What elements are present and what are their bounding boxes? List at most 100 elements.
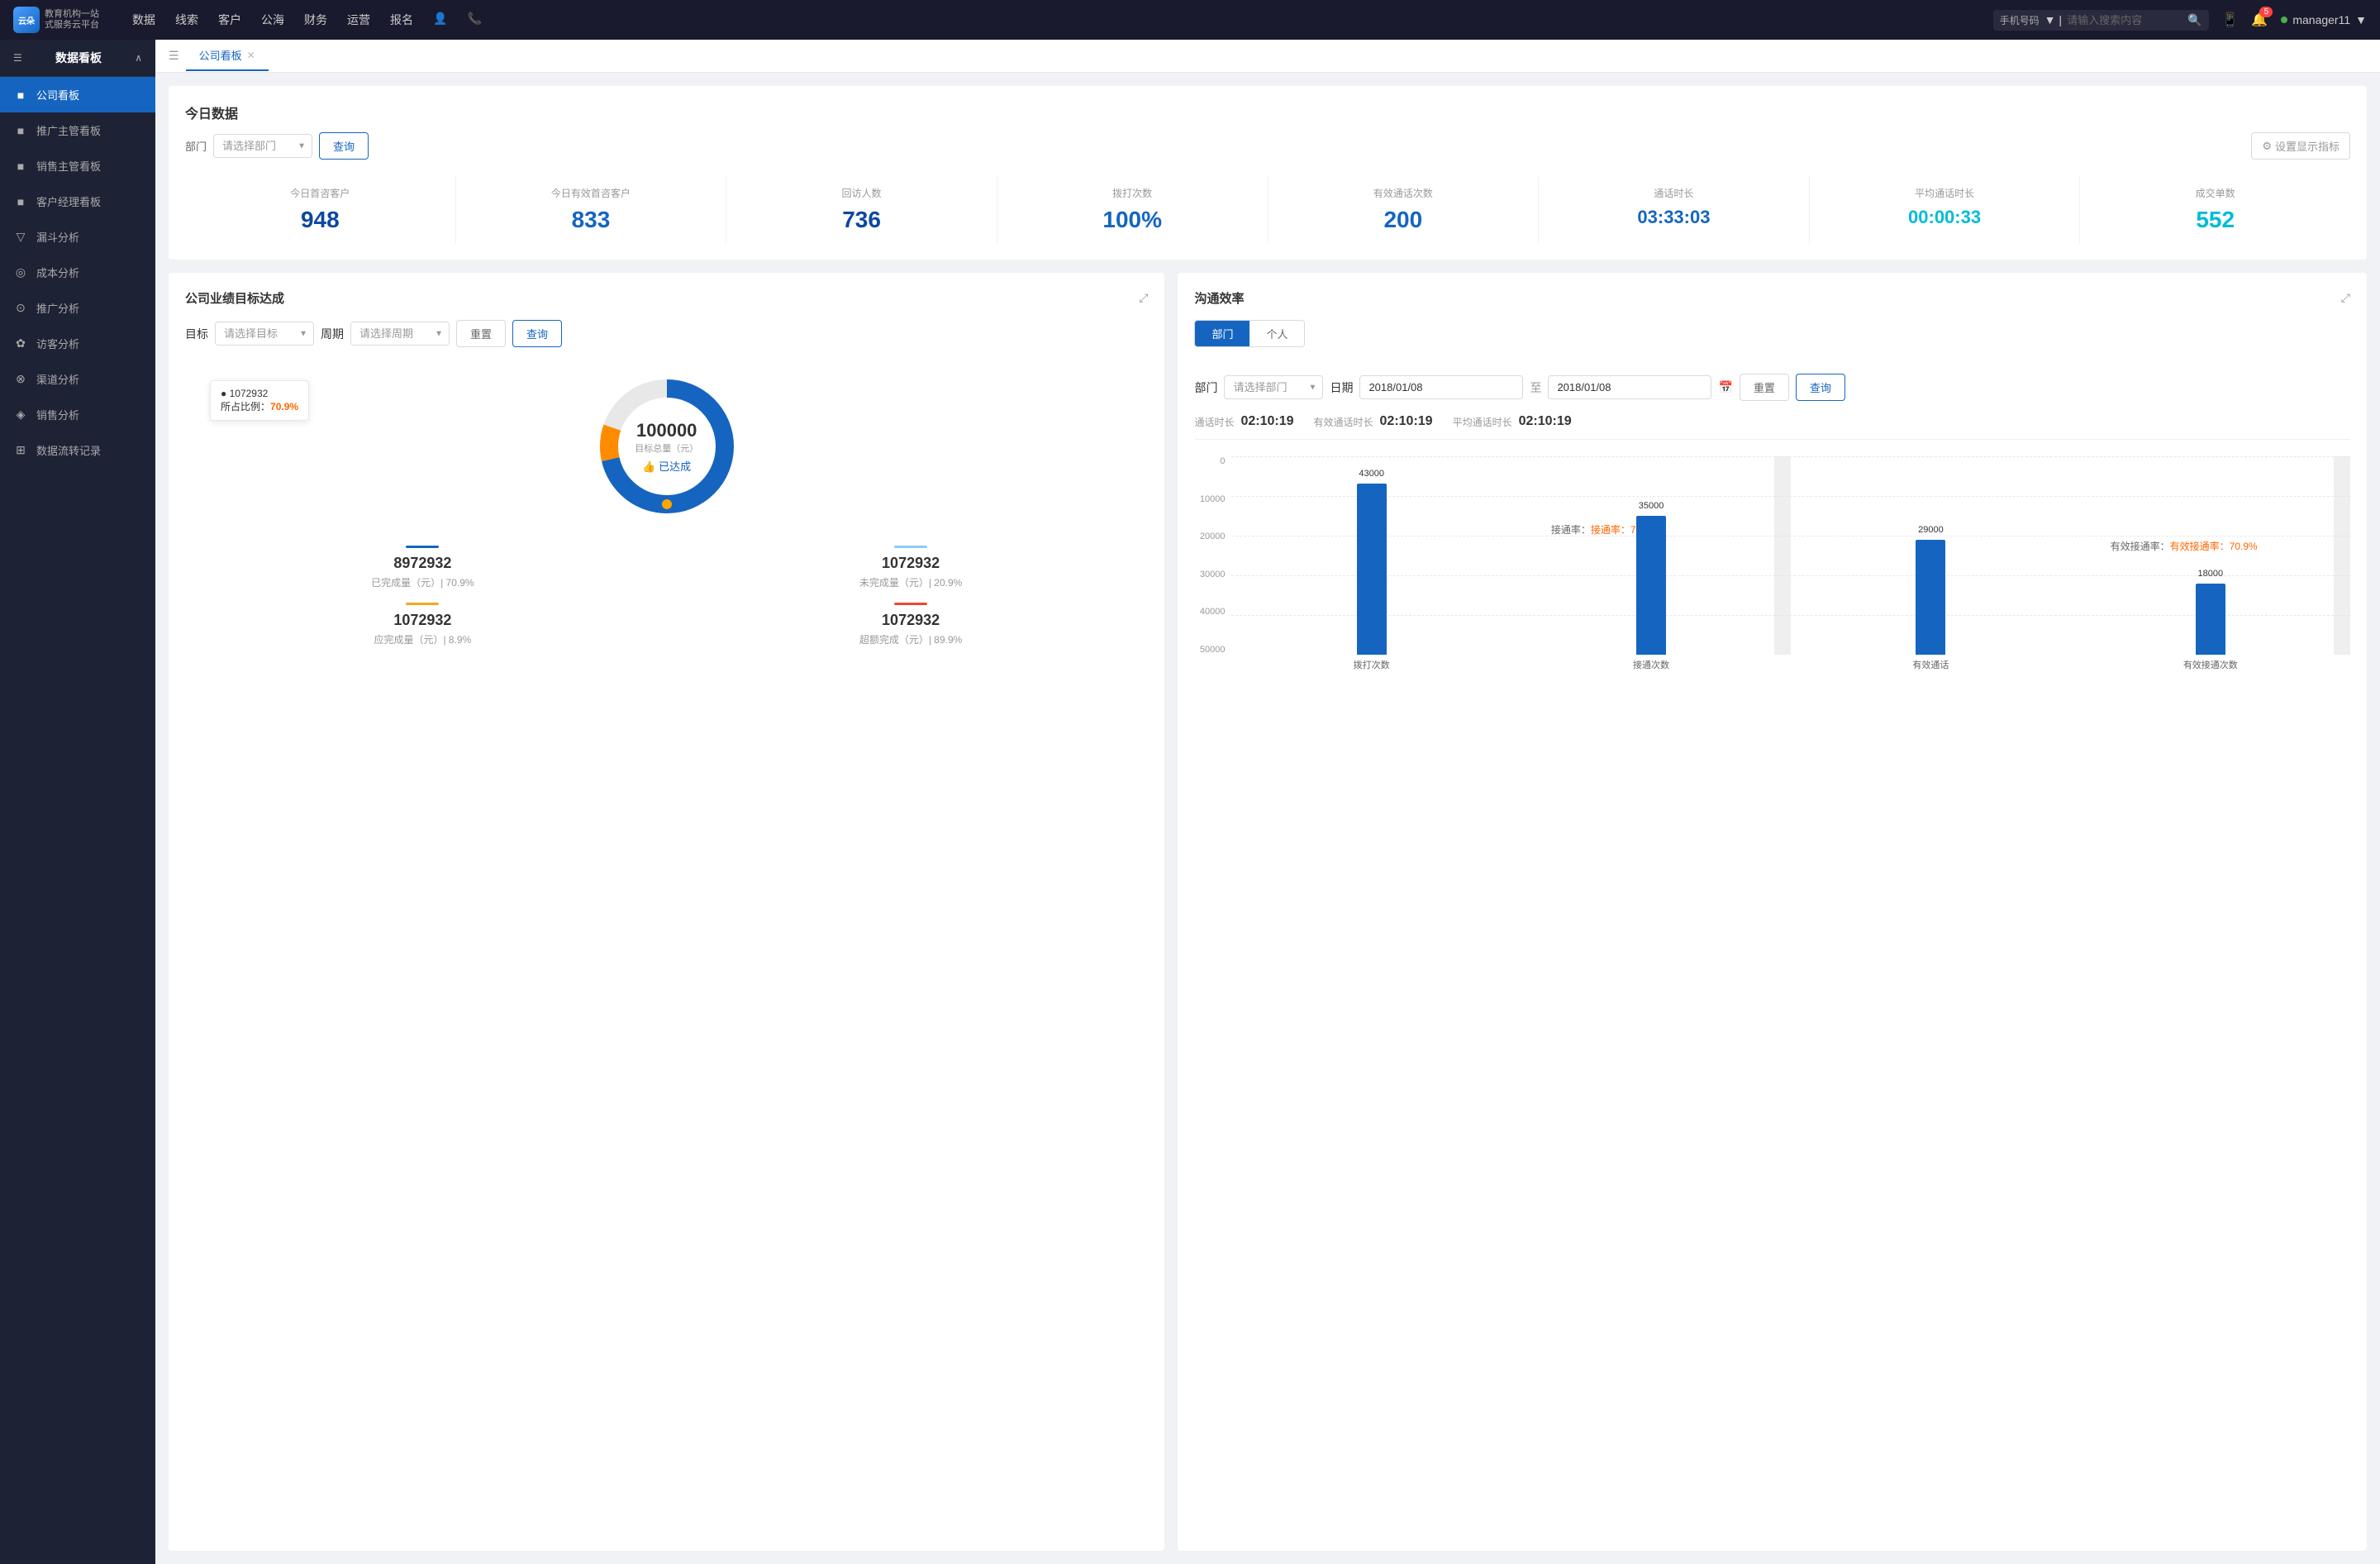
bar-3-light [2334, 456, 2350, 655]
bar-group-3: 有效接通率：有效接通率：70.9% 18000 [2078, 456, 2344, 655]
nav-item-sea[interactable]: 公海 [261, 8, 284, 31]
stat-line-0 [406, 546, 439, 548]
stat-box-value-1: 1072932 [674, 555, 1149, 572]
calendar-icon[interactable]: 📅 [1718, 380, 1732, 394]
sidebar-menu-icon[interactable]: ☰ [13, 52, 22, 64]
y-label-0: 0 [1194, 456, 1225, 466]
stat-item-revisit: 回访人数 736 [726, 176, 997, 243]
today-data-card: 今日数据 部门 请选择部门 查询 ⚙ 设置显示指标 [169, 86, 2367, 260]
perf-target-select-wrapper: 请选择目标 [215, 322, 314, 346]
comm-reset-btn[interactable]: 重置 [1740, 374, 1789, 401]
sidebar-item-funnel[interactable]: ▽ 漏斗分析 [0, 219, 155, 255]
data-flow-icon: ⊞ [13, 443, 28, 457]
comm-expand-icon[interactable]: ⤢ [2341, 291, 2350, 305]
notification-icon[interactable]: 🔔 5 [2251, 12, 2268, 28]
comm-filters: 部门 请选择部门 日期 至 📅 重置 查询 [1194, 374, 2350, 401]
tablet-icon[interactable]: 📱 [2222, 12, 2239, 28]
comm-query-btn[interactable]: 查询 [1796, 374, 1845, 401]
perf-period-select[interactable]: 请选择周期 [350, 322, 450, 346]
stat-label-7: 成交单数 [2087, 186, 2344, 200]
sidebar-item-data-flow[interactable]: ⊞ 数据流转记录 [0, 432, 155, 468]
nav-items: 数据 线索 客户 公海 财务 运营 报名 👤 📞 [132, 8, 1973, 31]
bar-0-value: 43000 [1359, 469, 1384, 479]
nav-item-finance[interactable]: 财务 [304, 8, 327, 31]
bar-group-1: 接通率：接通率：70.9% 35000 [1518, 456, 1784, 655]
dept-select[interactable]: 请选择部门 [213, 134, 312, 158]
account-manager-icon: ■ [13, 195, 28, 208]
settings-label: 设置显示指标 [2275, 138, 2340, 154]
logo-text: 教育机构一站式服务云平台 [45, 9, 99, 31]
sidebar-item-channel[interactable]: ⊗ 渠道分析 [0, 361, 155, 397]
perf-expand-icon[interactable]: ⤢ [1139, 291, 1148, 305]
notification-badge: 5 [2259, 7, 2273, 17]
nav-item-phone[interactable]: 📞 [467, 8, 481, 31]
main-layout: ☰ 数据看板 ∧ ■ 公司看板 ■ 推广主管看板 ■ 销售主管看板 ■ 客户经理… [0, 40, 2380, 1564]
comm-call-label: 通话时长 [1194, 415, 1234, 429]
communication-card: 沟通效率 ⤢ 部门 个人 部门 请选择部门 [1178, 273, 2367, 1551]
search-icon[interactable]: 🔍 [2187, 13, 2202, 27]
stat-item-avg-duration: 平均通话时长 00:00:33 [1810, 176, 2081, 243]
settings-display-btn[interactable]: ⚙ 设置显示指标 [2251, 132, 2350, 160]
sidebar-collapse-icon[interactable]: ∧ [135, 52, 142, 64]
sidebar-item-company[interactable]: ■ 公司看板 [0, 77, 155, 112]
nav-item-data[interactable]: 数据 [132, 8, 155, 31]
search-box: 手机号码 ▼ | 🔍 [1993, 10, 2209, 31]
promotion-icon: ⊙ [13, 301, 28, 315]
sidebar-item-account-manager[interactable]: ■ 客户经理看板 [0, 184, 155, 219]
sidebar-item-label-promotion: 推广分析 [36, 300, 79, 316]
comm-date-end[interactable] [1548, 375, 1711, 399]
page-content: 今日数据 部门 请选择部门 查询 ⚙ 设置显示指标 [155, 73, 2380, 1564]
y-label-1: 10000 [1194, 494, 1225, 504]
bar-2-blue [1916, 540, 1945, 655]
settings-icon: ⚙ [2262, 140, 2272, 153]
sidebar-item-sales-analysis[interactable]: ◈ 销售分析 [0, 397, 155, 432]
bar-group-2: 29000 [1797, 456, 2063, 655]
search-input[interactable] [2067, 14, 2182, 26]
sidebar-item-promotion[interactable]: ⊙ 推广分析 [0, 290, 155, 326]
x-label-3: 有效接通次数 [2071, 658, 2350, 671]
tooltip-percent: 所占比例：70.9% [221, 399, 298, 413]
comm-tab-individual[interactable]: 个人 [1250, 321, 1304, 346]
filter-left: 部门 请选择部门 查询 [185, 132, 369, 160]
stat-label-4: 有效通话次数 [1275, 186, 1532, 200]
sidebar-item-promotion-manager[interactable]: ■ 推广主管看板 [0, 112, 155, 148]
nav-item-signup[interactable]: 报名 [390, 8, 413, 31]
comm-avg-duration: 平均通话时长 02:10:19 [1453, 414, 1572, 429]
nav-item-ops[interactable]: 运营 [347, 8, 370, 31]
tab-company-board[interactable]: 公司看板 ✕ [186, 41, 269, 71]
x-label-0: 拨打次数 [1231, 658, 1511, 671]
perf-target-label: 目标 [185, 326, 208, 342]
tab-close-icon[interactable]: ✕ [247, 50, 255, 61]
perf-period-select-wrapper: 请选择周期 [350, 322, 450, 346]
comm-dept-select[interactable]: 请选择部门 [1224, 375, 1323, 399]
comm-date-label: 日期 [1330, 379, 1353, 396]
user-info[interactable]: manager11 ▼ [2281, 13, 2367, 26]
bars-row: 43000 接通率：接通率：70.9% 35000 [1231, 456, 2350, 655]
effective-connect-rate-label: 有效接通率：有效接通率：70.9% [2111, 539, 2258, 553]
username: manager11 [2292, 13, 2350, 26]
nav-item-leads[interactable]: 线索 [175, 8, 198, 31]
sidebar-item-cost[interactable]: ◎ 成本分析 [0, 255, 155, 290]
comm-date-start[interactable] [1359, 375, 1523, 399]
comm-avg-label: 平均通话时长 [1453, 415, 1512, 429]
logo: 云朵 教育机构一站式服务云平台 [13, 7, 112, 33]
sidebar-item-visitor[interactable]: ✿ 访客分析 [0, 326, 155, 361]
tab-bar-toggle-icon[interactable]: ☰ [169, 49, 179, 63]
comm-call-duration: 通话时长 02:10:19 [1194, 414, 1293, 429]
sidebar-item-label-company: 公司看板 [36, 87, 79, 103]
nav-item-customers[interactable]: 客户 [218, 8, 241, 31]
stat-label-3: 拨打次数 [1004, 186, 1261, 200]
sidebar-item-label-cost: 成本分析 [36, 265, 79, 280]
bottom-section: 公司业绩目标达成 ⤢ 目标 请选择目标 周期 请选择 [169, 273, 2367, 1551]
search-type[interactable]: 手机号码 [2000, 13, 2040, 27]
stat-box-value-3: 1072932 [674, 612, 1149, 629]
perf-query-btn[interactable]: 查询 [512, 320, 562, 347]
perf-target-select[interactable]: 请选择目标 [215, 322, 314, 346]
nav-item-person[interactable]: 👤 [433, 8, 447, 31]
today-query-btn[interactable]: 查询 [319, 132, 369, 160]
perf-period-label: 周期 [321, 326, 344, 342]
sidebar-item-sales-manager[interactable]: ■ 销售主管看板 [0, 148, 155, 184]
comm-tab-dept[interactable]: 部门 [1195, 321, 1250, 346]
bar-1-value: 35000 [1639, 501, 1664, 511]
perf-reset-btn[interactable]: 重置 [456, 320, 506, 347]
